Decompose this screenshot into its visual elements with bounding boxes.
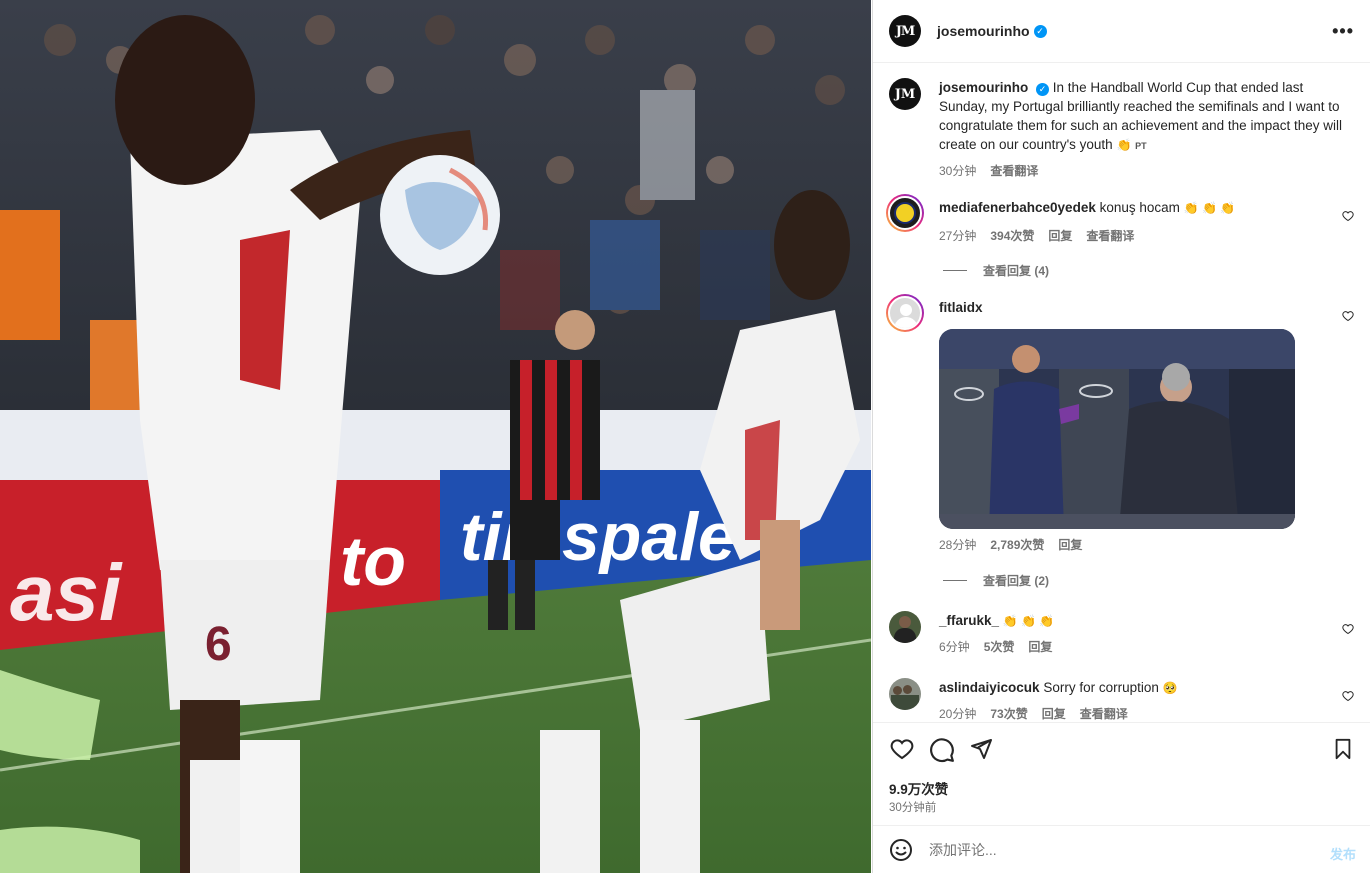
- post-actions: 9.9万次赞 30分钟前: [873, 722, 1370, 825]
- comment-text: konuş hocam: [1099, 200, 1180, 215]
- reply-button[interactable]: 回复: [1048, 227, 1072, 244]
- svg-text:to: to: [340, 522, 406, 600]
- comment-item: _ffarukk_ 👏 👏 👏 6分钟 5次赞 回复: [889, 611, 1354, 661]
- gif-image: [939, 329, 1295, 529]
- comment-gif[interactable]: [939, 329, 1295, 529]
- comment-username[interactable]: fitlaidx: [939, 300, 983, 315]
- translate-link[interactable]: 查看翻译: [1086, 227, 1134, 244]
- caption-username[interactable]: josemourinho: [939, 80, 1028, 95]
- view-replies-label: 查看回复 (4): [983, 264, 1050, 278]
- pleading-emoji: 🥺: [1162, 681, 1178, 695]
- share-paper-plane-icon[interactable]: [969, 737, 993, 761]
- comment-bubble-icon[interactable]: [929, 737, 955, 763]
- commenter-avatar[interactable]: [889, 611, 921, 643]
- comment-body: _ffarukk_ 👏 👏 👏: [939, 611, 1330, 631]
- comment-text: Sorry for corruption: [1043, 680, 1159, 695]
- comment-time: 6分钟: [939, 640, 970, 654]
- comment-likes[interactable]: 2,789次赞: [990, 536, 1044, 553]
- reply-button[interactable]: 回复: [1042, 705, 1066, 722]
- view-replies-button[interactable]: 查看回复 (4): [943, 262, 1049, 279]
- comment-meta: 27分钟 394次赞 回复 查看翻译: [939, 227, 1134, 244]
- comment-time: 27分钟: [939, 229, 977, 243]
- post-timestamp: 30分钟前: [889, 802, 937, 814]
- verified-badge-icon: ✓: [1036, 83, 1050, 96]
- comment-meta: 20分钟 73次赞 回复 查看翻译: [939, 705, 1128, 722]
- post-header: JM josemourinho ✓ •••: [873, 0, 1370, 63]
- clap-emoji: 👏 👏 👏: [1183, 201, 1236, 215]
- comment-likes[interactable]: 73次赞: [990, 705, 1027, 722]
- post-detail-panel: JM josemourinho ✓ ••• JM josemourinho ✓ …: [872, 0, 1370, 873]
- comment-username[interactable]: mediafenerbahce0yedek: [939, 200, 1096, 215]
- avatar-initials: JM: [895, 23, 916, 39]
- post-comment-button[interactable]: 发布: [1330, 844, 1356, 863]
- clap-emoji: 👏: [1116, 138, 1132, 152]
- like-comment-heart-icon[interactable]: [1342, 690, 1354, 702]
- post-like-count[interactable]: 9.9万次赞: [889, 778, 948, 798]
- like-comment-heart-icon[interactable]: [1342, 210, 1354, 222]
- caption-body: josemourinho ✓ In the Handball World Cup…: [939, 78, 1342, 156]
- replies-divider: [943, 580, 967, 581]
- replies-divider: [943, 270, 967, 271]
- football-photo: tiinspale asi to 6: [0, 0, 871, 873]
- comment-item: aslindaiyicocuk Sorry for corruption 🥺 2…: [889, 678, 1354, 722]
- comment-meta: 28分钟 2,789次赞 回复: [939, 536, 1082, 553]
- translate-link[interactable]: 查看翻译: [1080, 705, 1128, 722]
- reply-button[interactable]: 回复: [1028, 638, 1052, 655]
- save-bookmark-icon[interactable]: [1332, 737, 1354, 761]
- comment-item: mediafenerbahce0yedek konuş hocam 👏 👏 👏 …: [886, 194, 1354, 279]
- caption-time: 30分钟: [939, 164, 977, 178]
- comment-body: fitlaidx: [939, 298, 1330, 317]
- caption-avatar[interactable]: JM: [889, 78, 921, 110]
- portugal-flag: PT: [1135, 141, 1147, 151]
- reply-button[interactable]: 回复: [1058, 536, 1082, 553]
- author-avatar[interactable]: JM: [889, 15, 921, 47]
- author-username: josemourinho: [937, 23, 1030, 39]
- more-horizontal-icon[interactable]: •••: [1332, 22, 1354, 40]
- comment-meta: 6分钟 5次赞 回复: [939, 638, 1052, 655]
- comment-body: mediafenerbahce0yedek konuş hocam 👏 👏 👏: [939, 198, 1330, 218]
- like-comment-heart-icon[interactable]: [1342, 310, 1354, 322]
- clap-emoji: 👏 👏 👏: [1002, 614, 1055, 628]
- caption-translate-link[interactable]: 查看翻译: [990, 162, 1038, 179]
- comment-likes[interactable]: 394次赞: [990, 227, 1034, 244]
- view-replies-label: 查看回复 (2): [983, 574, 1050, 588]
- commenter-avatar[interactable]: [886, 294, 924, 332]
- action-icons: [889, 737, 1354, 763]
- like-heart-icon[interactable]: [889, 737, 915, 761]
- author-username-link[interactable]: josemourinho ✓: [937, 23, 1047, 39]
- post-image[interactable]: tiinspale asi to 6: [0, 0, 871, 873]
- comments-list[interactable]: JM josemourinho ✓ In the Handball World …: [873, 64, 1370, 722]
- like-comment-heart-icon[interactable]: [1342, 623, 1354, 635]
- comment-input[interactable]: [929, 839, 1309, 861]
- comment-time: 20分钟: [939, 707, 977, 721]
- comment-time: 28分钟: [939, 538, 977, 552]
- emoji-smile-icon[interactable]: [889, 838, 913, 862]
- comment-body: aslindaiyicocuk Sorry for corruption 🥺: [939, 678, 1330, 698]
- caption: JM josemourinho ✓ In the Handball World …: [889, 78, 1354, 188]
- view-replies-button[interactable]: 查看回复 (2): [943, 572, 1049, 589]
- comment-likes[interactable]: 5次赞: [984, 638, 1015, 655]
- comment-username[interactable]: _ffarukk_: [939, 613, 999, 628]
- comment-username[interactable]: aslindaiyicocuk: [939, 680, 1040, 695]
- svg-text:6: 6: [205, 618, 232, 671]
- caption-meta: 30分钟 查看翻译: [939, 162, 1038, 179]
- svg-text:asi: asi: [10, 548, 123, 637]
- commenter-avatar[interactable]: [889, 678, 921, 710]
- add-comment-bar: 发布: [873, 825, 1370, 873]
- commenter-avatar[interactable]: [886, 194, 924, 232]
- verified-badge-icon: ✓: [1033, 24, 1047, 38]
